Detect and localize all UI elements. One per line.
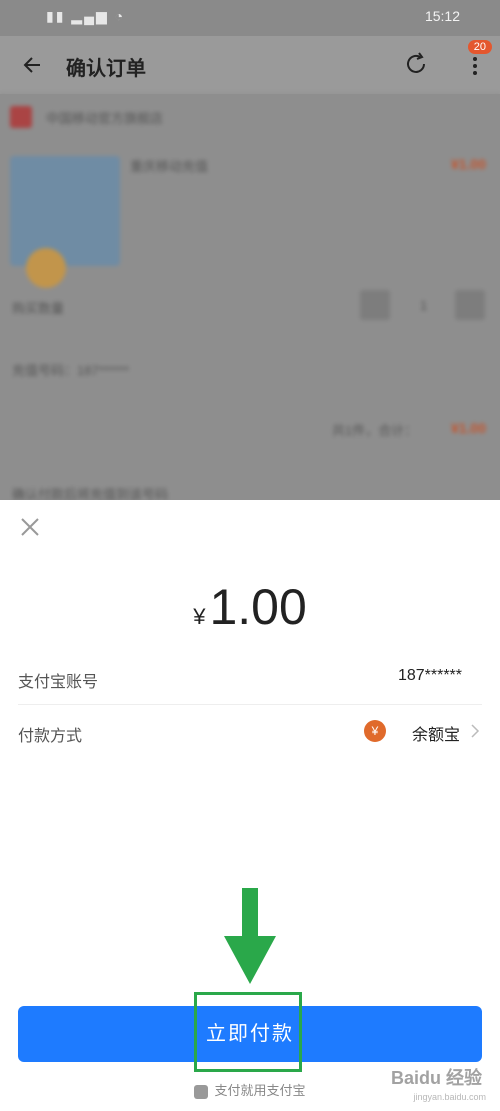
subtotal-value: ¥1.00 <box>450 420 486 436</box>
delivery-info: 充值号码：187****** <box>12 363 130 378</box>
highlight-box-annotation <box>194 992 302 1072</box>
quantity-minus-button[interactable] <box>360 290 390 320</box>
more-menu-icon[interactable] <box>470 54 480 78</box>
product-title: 重庆移动充值 <box>130 159 209 174</box>
chevron-right-icon <box>471 724 480 738</box>
alipay-logo-icon <box>194 1084 209 1099</box>
product-image <box>10 156 120 288</box>
clock: 15:12 <box>424 8 460 24</box>
quantity-label: 购买数量 <box>12 301 65 316</box>
notification-badge: 20 <box>467 40 492 54</box>
watermark-url: jingyan.baidu.com <box>413 1092 486 1102</box>
back-arrow-icon[interactable] <box>18 50 48 80</box>
green-arrow-annotation-icon <box>224 888 276 984</box>
account-label: 支付宝账号 <box>18 674 99 691</box>
baidu-watermark: Baidu 经验 <box>390 1068 482 1088</box>
shop-logo <box>10 106 32 128</box>
title-bar: 确认订单 20 <box>0 36 500 94</box>
currency-symbol: ¥ <box>193 604 206 629</box>
amount-value: 1.00 <box>209 579 307 635</box>
footer-text: 支付就用支付宝 <box>214 1083 306 1098</box>
method-value: 余额宝 <box>411 727 460 744</box>
alipay-account-row: 支付宝账号 187****** <box>18 652 482 704</box>
divider <box>18 704 482 705</box>
payment-method-row[interactable]: 付款方式 ¥ 余额宝 <box>18 706 482 758</box>
shop-name: 中国移动官方旗舰店 <box>46 111 164 126</box>
method-label: 付款方式 <box>18 728 83 745</box>
subtotal-label: 共1件，合计： <box>332 423 418 438</box>
quantity-value: 1 <box>420 298 428 313</box>
quantity-plus-button[interactable] <box>455 290 485 320</box>
status-bar: ▮▮ ▂▄▆ ◔ 15:12 <box>0 0 500 36</box>
close-icon[interactable] <box>18 515 42 539</box>
account-value: 187****** <box>397 667 462 684</box>
page-title: 确认订单 <box>66 58 146 80</box>
signal-icons: ▮▮ ▂▄▆ ◔ <box>46 8 126 24</box>
product-price: ¥1.00 <box>450 156 486 172</box>
order-summary-background: 中国移动官方旗舰店 重庆移动充值 ¥1.00 购买数量 1 充值号码：187**… <box>0 94 500 504</box>
refresh-icon[interactable] <box>402 50 430 78</box>
coin-icon <box>26 248 66 288</box>
money-bag-icon: ¥ <box>364 720 386 742</box>
payment-amount: ¥1.00 <box>0 578 500 636</box>
